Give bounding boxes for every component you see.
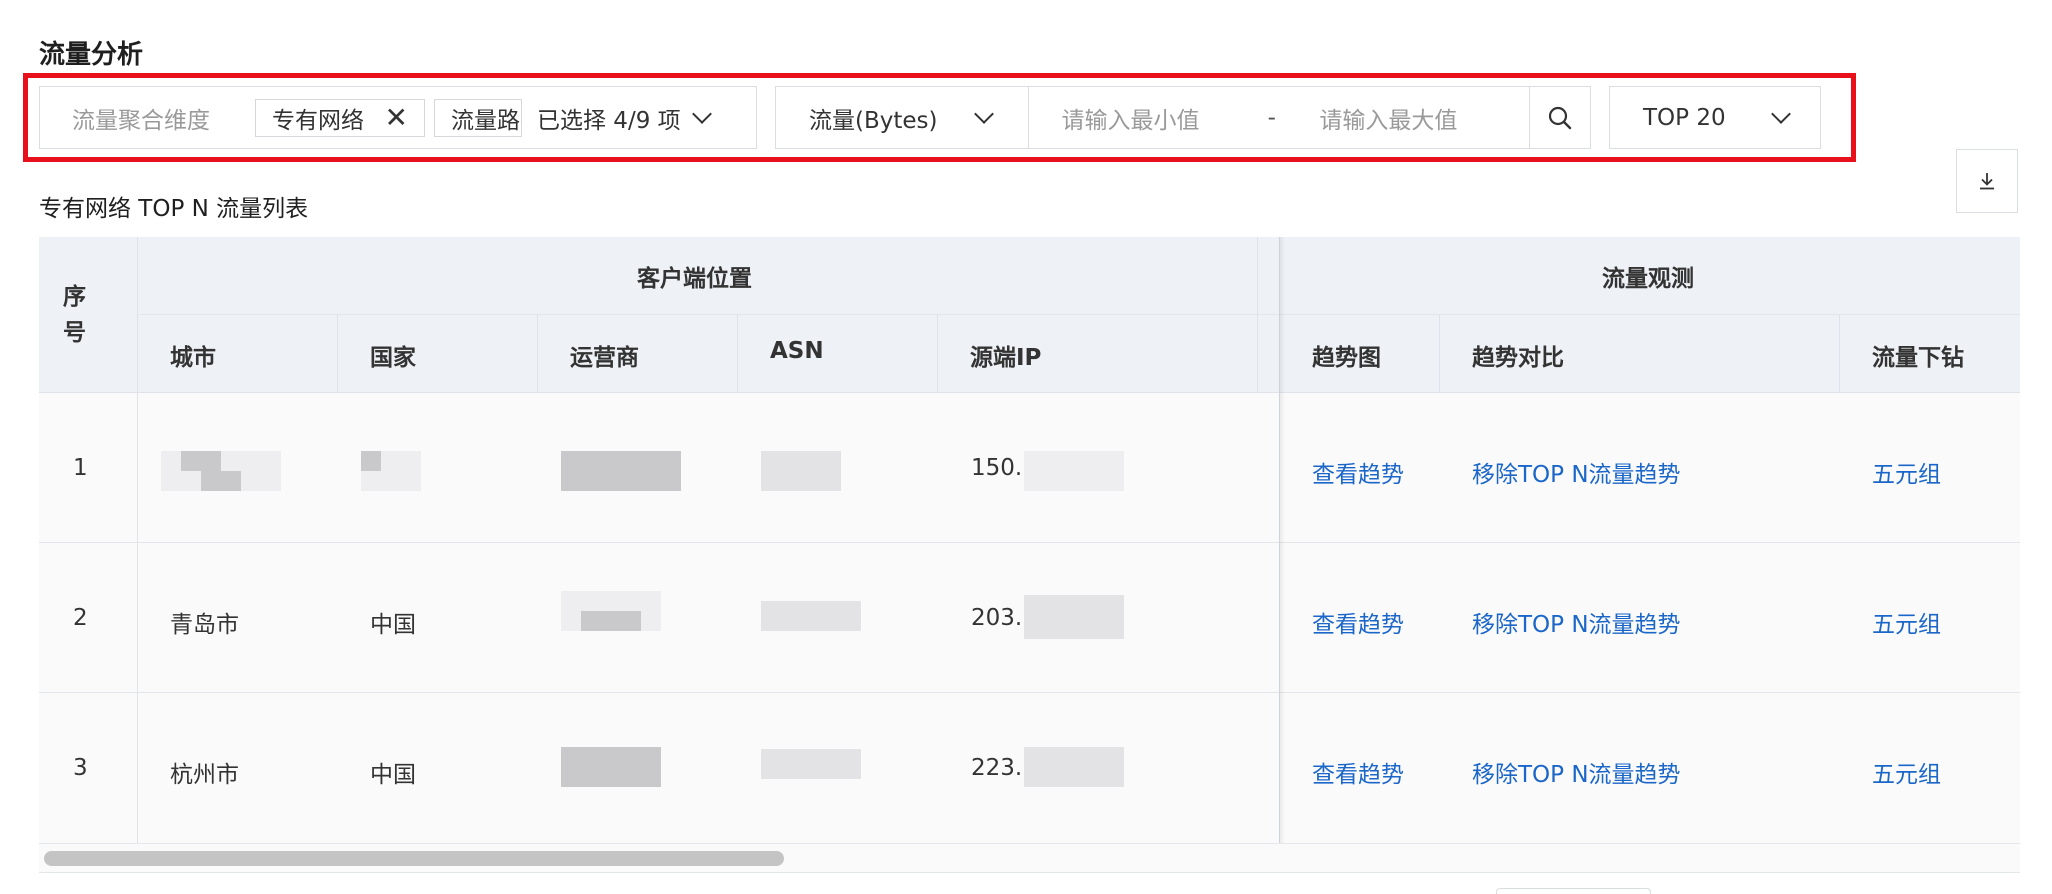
view-trend-link[interactable]: 查看趋势: [1312, 755, 1404, 789]
dimension-select[interactable]: 流量聚合维度 专有网络 ✕ 流量路径 已选择 4/9 项: [39, 86, 757, 149]
selected-count[interactable]: 已选择 4/9 项: [537, 101, 712, 135]
redacted-asn: [761, 601, 861, 631]
header-bottom: [39, 392, 2020, 393]
download-icon: [1980, 173, 1994, 190]
view-trend-link[interactable]: 查看趋势: [1312, 605, 1404, 639]
traffic-table: 序号 客户端位置 流量观测 城市 国家 运营商 ASN 源端IP 趋势图 趋势对…: [39, 237, 2020, 843]
view-trend-link[interactable]: 查看趋势: [1312, 455, 1404, 489]
page-title: 流量分析: [39, 40, 144, 70]
remove-trend-link[interactable]: 移除TOP N流量趋势: [1472, 755, 1681, 789]
redacted-ip: [1024, 595, 1124, 639]
table-title: 专有网络 TOP N 流量列表: [39, 196, 309, 222]
table-bottom-border: [39, 872, 2020, 873]
chevron-down-icon: [691, 104, 712, 124]
topn-select[interactable]: TOP 20: [1609, 86, 1821, 149]
redacted-isp: [561, 747, 661, 787]
src-ip: 223.: [971, 755, 1023, 781]
col-divider: [337, 314, 338, 392]
header-compare: 趋势对比: [1472, 345, 1564, 371]
five-tuple-link[interactable]: 五元组: [1872, 455, 1941, 489]
row-index: 3: [73, 755, 88, 781]
header-asn: ASN: [770, 338, 824, 364]
redacted-ip: [1024, 747, 1124, 787]
five-tuple-link[interactable]: 五元组: [1872, 605, 1941, 639]
redacted-isp: [561, 451, 681, 491]
redacted-asn: [761, 451, 841, 491]
header-src-ip: 源端IP: [970, 345, 1042, 371]
tag-path-label: 流量路径: [451, 107, 521, 134]
pagination-hint: [1496, 888, 1651, 894]
metric-filter: 流量(Bytes) 请输入最小值 - 请输入最大值: [775, 86, 1591, 149]
row-divider: [39, 692, 2020, 693]
src-ip: 150.: [971, 455, 1023, 481]
download-button[interactable]: [1956, 149, 2018, 213]
header-client-location: 客户端位置: [637, 266, 752, 292]
search-icon: [1548, 106, 1571, 129]
redacted-isp: [581, 611, 641, 631]
dimension-label: 流量聚合维度: [72, 107, 210, 134]
header-country: 国家: [370, 345, 416, 371]
col-divider: [1839, 314, 1840, 392]
col-divider: [1257, 237, 1258, 392]
header-traffic-observe: 流量观测: [1602, 266, 1694, 292]
metric-label: 流量(Bytes): [809, 107, 938, 134]
redacted-asn: [761, 749, 861, 779]
redacted-country: [361, 451, 381, 471]
tag-path: 流量路径: [434, 98, 522, 137]
close-icon[interactable]: ✕: [385, 103, 408, 132]
chevron-down-icon: [974, 104, 995, 124]
tag-vpc: 专有网络 ✕: [255, 98, 425, 137]
header-index: 序号: [63, 284, 86, 346]
header-divider: [137, 314, 2020, 315]
country: 中国: [370, 762, 416, 788]
col-divider: [937, 314, 938, 392]
row-divider: [39, 542, 2020, 543]
country: 中国: [370, 612, 416, 638]
col-divider: [1439, 314, 1440, 392]
topn-label: TOP 20: [1643, 104, 1726, 131]
five-tuple-link[interactable]: 五元组: [1872, 755, 1941, 789]
header-drilldown: 流量下钻: [1872, 345, 1964, 371]
search-button[interactable]: [1528, 87, 1590, 148]
col-divider: [137, 237, 138, 843]
min-value-input[interactable]: 请输入最小值: [1029, 101, 1267, 135]
src-ip: 203.: [971, 605, 1023, 631]
metric-select[interactable]: 流量(Bytes): [776, 87, 1030, 148]
redacted-ip: [1024, 451, 1124, 491]
city: 杭州市: [170, 762, 239, 788]
selected-count-label: 已选择 4/9 项: [537, 107, 681, 134]
remove-trend-link[interactable]: 移除TOP N流量趋势: [1472, 455, 1681, 489]
fixed-column-shadow: [1279, 237, 1285, 843]
city: 青岛市: [170, 612, 239, 638]
col-divider: [737, 314, 738, 392]
chevron-down-icon: [1771, 104, 1791, 124]
header-isp: 运营商: [570, 345, 639, 371]
header-trend: 趋势图: [1312, 345, 1381, 371]
scrollbar-thumb[interactable]: [44, 851, 784, 866]
header-city: 城市: [170, 345, 216, 371]
range-separator: -: [1267, 104, 1276, 131]
max-value-input[interactable]: 请输入最大值: [1307, 101, 1528, 135]
remove-trend-link[interactable]: 移除TOP N流量趋势: [1472, 605, 1681, 639]
tag-vpc-label: 专有网络: [272, 107, 364, 134]
row-index: 1: [73, 455, 88, 481]
redacted-city: [181, 451, 221, 471]
row-index: 2: [73, 605, 88, 631]
col-divider: [537, 314, 538, 392]
redacted-city: [201, 471, 241, 491]
